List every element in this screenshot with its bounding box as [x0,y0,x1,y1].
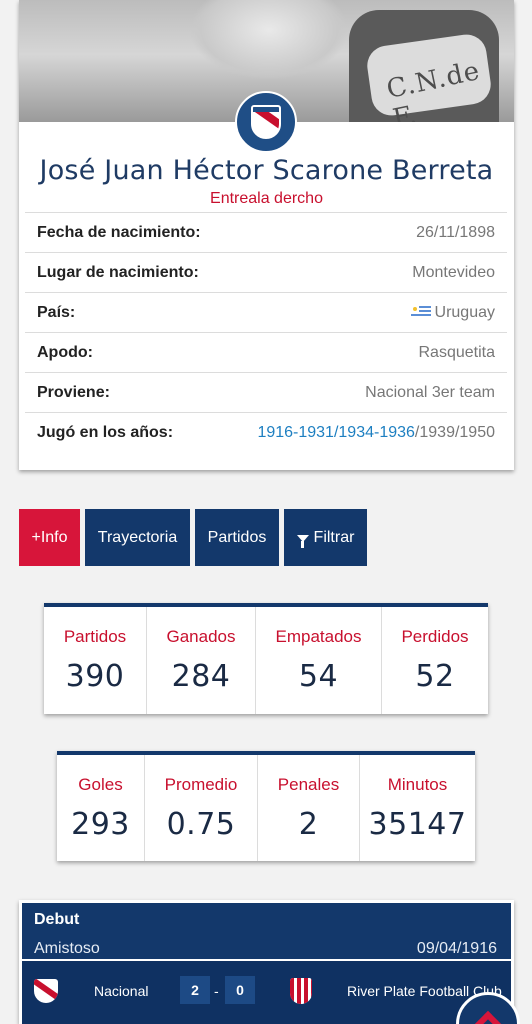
info-value: Nacional 3er team [365,383,495,401]
debut-card: Debut Amistoso 09/04/1916 Nacional 2 - 0… [19,900,514,1024]
stat-won: Ganados 284 [147,607,256,714]
info-label: Proviene: [37,383,110,401]
stat-label: Promedio [164,775,238,794]
tab-partidos[interactable]: Partidos [195,509,279,566]
uruguay-flag-icon [410,305,431,318]
filter-label: Filtrar [313,528,355,546]
info-row-birth-place: Lugar de nacimiento: Montevideo [25,252,507,292]
away-score: 0 [225,976,255,1004]
info-row-country: País: Uruguay [25,292,507,332]
stat-matches: Partidos 390 [44,607,147,714]
info-label: Jugó en los años: [37,423,174,441]
stat-label: Perdidos [401,627,469,646]
stat-label: Empatados [275,627,362,646]
debut-match-type: Amistoso [34,940,100,957]
stat-value: 52 [415,659,455,694]
stat-minutes: Minutos 35147 [360,755,475,861]
player-info-table: Fecha de nacimiento: 26/11/1898 Lugar de… [25,212,507,452]
chevron-up-icon [473,1010,503,1024]
stat-goals: Goles 293 [57,755,145,861]
stat-value: 54 [298,659,339,694]
home-score: 2 [180,976,210,1004]
stats-box-results: Partidos 390 Ganados 284 Empatados 54 Pe… [44,603,488,714]
river-plate-crest-icon [290,978,312,1004]
stat-label: Penales [277,775,340,794]
debut-match-row[interactable]: Nacional 2 - 0 River Plate Football Club [22,961,511,1024]
info-row-years: Jugó en los años: 1916-1931/1934-1936/19… [25,412,507,452]
info-value: 26/11/1898 [416,223,495,241]
stat-value: 390 [65,659,125,694]
years-link[interactable]: 1916-1931/1934-1936 [257,424,414,441]
info-label: Apodo: [37,343,93,361]
stat-value: 0.75 [166,807,236,842]
club-logo-icon [235,91,297,153]
stat-label: Minutos [387,775,448,794]
stat-value: 35147 [368,807,467,842]
info-value: Rasquetita [418,343,496,361]
filter-button[interactable]: Filtrar [284,509,367,566]
info-row-origin: Proviene: Nacional 3er team [25,372,507,412]
tab-trayectoria[interactable]: Trayectoria [85,509,190,566]
stat-drawn: Empatados 54 [256,607,382,714]
stat-value: 284 [171,659,231,694]
years-rest: /1939/1950 [414,423,495,441]
player-position: Entreala dercho [210,190,323,207]
stat-lost: Perdidos 52 [382,607,488,714]
nacional-crest-icon [34,979,58,1003]
info-row-birth-date: Fecha de nacimiento: 26/11/1898 [25,212,507,252]
player-name: José Juan Héctor Scarone Berreta [39,155,494,186]
debut-date: 09/04/1916 [416,940,497,957]
stat-penalties: Penales 2 [258,755,360,861]
stat-label: Goles [78,775,123,794]
stat-label: Ganados [166,627,236,646]
info-value: Montevideo [412,263,495,281]
player-card: C.N.de F. José Juan Héctor Scarone Berre… [19,0,514,470]
stat-value: 293 [71,807,130,842]
home-team-name: Nacional [94,983,149,999]
info-row-nickname: Apodo: Rasquetita [25,332,507,372]
info-label: Lugar de nacimiento: [37,263,199,281]
tab-info[interactable]: +Info [19,509,80,566]
score-separator: - [214,983,219,999]
stat-label: Partidos [63,627,127,646]
info-label: País: [37,303,76,321]
info-label: Fecha de nacimiento: [37,223,201,241]
filter-icon [296,535,309,548]
stats-box-goals: Goles 293 Promedio 0.75 Penales 2 Minuto… [57,751,475,861]
stat-average: Promedio 0.75 [145,755,258,861]
info-value: Uruguay [434,303,495,321]
debut-title: Debut [34,911,80,928]
stat-value: 2 [298,807,319,842]
debut-header: Debut Amistoso 09/04/1916 [22,903,511,959]
